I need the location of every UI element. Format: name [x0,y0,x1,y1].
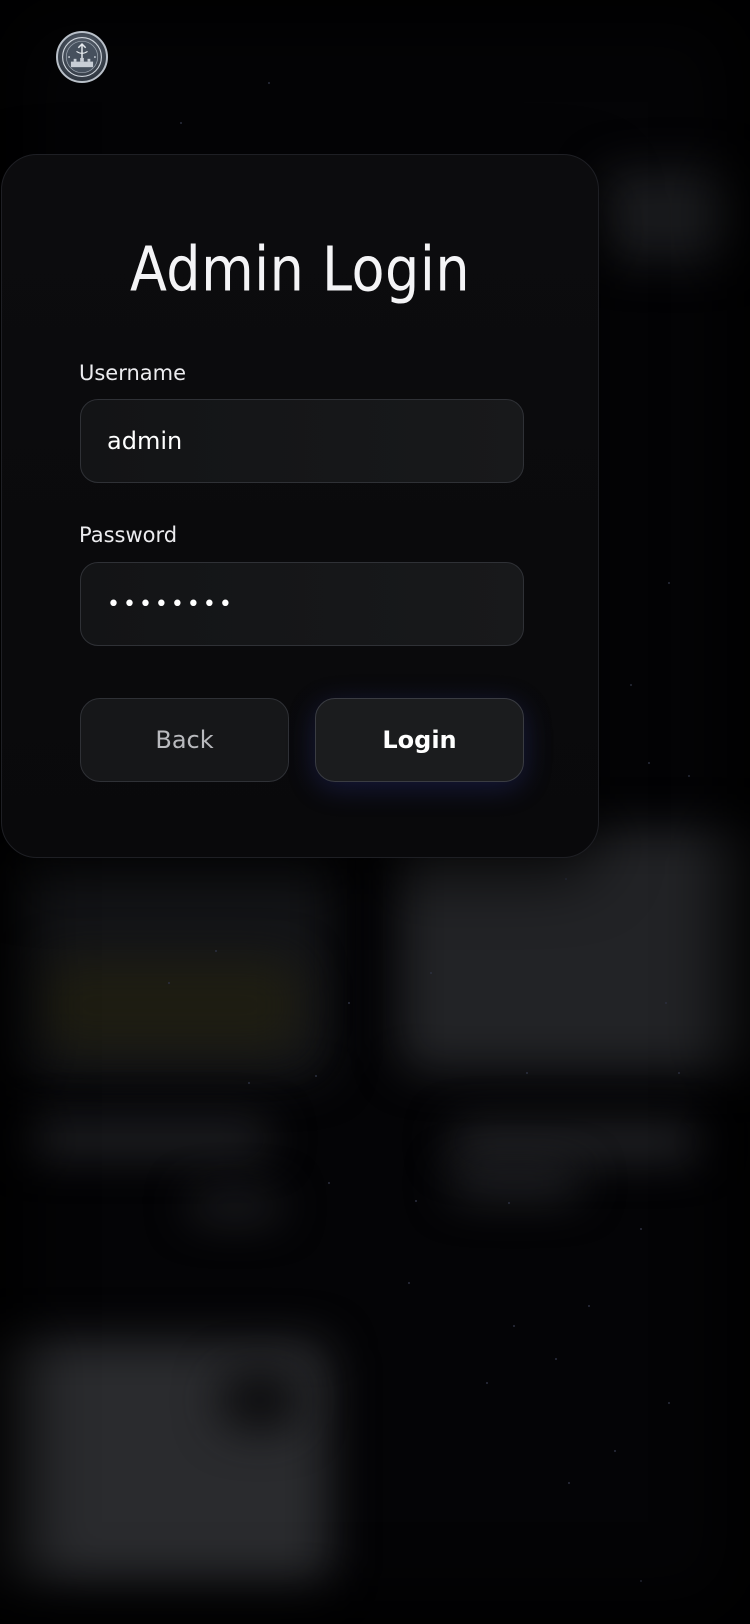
bg-text-bar-4 [450,1170,580,1196]
star-dot [508,1202,510,1204]
star-dot [565,878,567,880]
bg-panel-right [400,830,750,1070]
star-dot [180,122,182,124]
bg-panel-bottom-dark [220,1370,300,1430]
star-dot [408,1282,410,1284]
emblem-logo-graphic [62,37,102,77]
star-dot [486,1382,488,1384]
star-dot [526,1072,528,1074]
star-dot [665,1002,667,1004]
password-input[interactable]: •••••••• [80,562,524,646]
star-dot [640,1580,642,1582]
star-dot [630,684,632,686]
star-dot [315,1075,317,1077]
back-button[interactable]: Back [80,698,289,782]
login-card: Admin Login Username admin Password ••••… [1,154,599,858]
star-dot [348,1002,350,1004]
bg-text-bar-3 [450,1128,700,1156]
star-dot [555,1358,557,1360]
star-dot [168,982,170,984]
bg-panel-left-highlight [40,960,300,1050]
emblem-logo-icon[interactable] [56,31,108,83]
back-button-label: Back [155,726,214,754]
username-value: admin [107,427,183,455]
star-dot [268,82,270,84]
star-dot [668,582,670,584]
star-dot [328,1182,330,1184]
star-dot [248,1082,250,1084]
star-dot [568,1482,570,1484]
star-dot [648,762,650,764]
username-label: Username [79,361,187,385]
page-title: Admin Login [129,234,471,306]
star-dot [668,1402,670,1404]
star-dot [614,1450,616,1452]
bg-panel-top-right [600,170,740,260]
bg-text-bar-1 [20,1125,270,1151]
star-dot [215,950,217,952]
login-button-label: Login [382,726,457,754]
password-value: •••••••• [107,591,235,617]
star-dot [415,1200,417,1202]
star-dot [513,1325,515,1327]
password-label: Password [79,523,178,547]
star-dot [688,775,690,777]
star-dot [588,1305,590,1307]
star-dot [678,1072,680,1074]
username-input[interactable]: admin [80,399,524,483]
star-dot [430,972,432,974]
star-dot [640,1228,642,1230]
login-button[interactable]: Login [315,698,524,782]
bg-text-bar-2 [190,1195,280,1217]
